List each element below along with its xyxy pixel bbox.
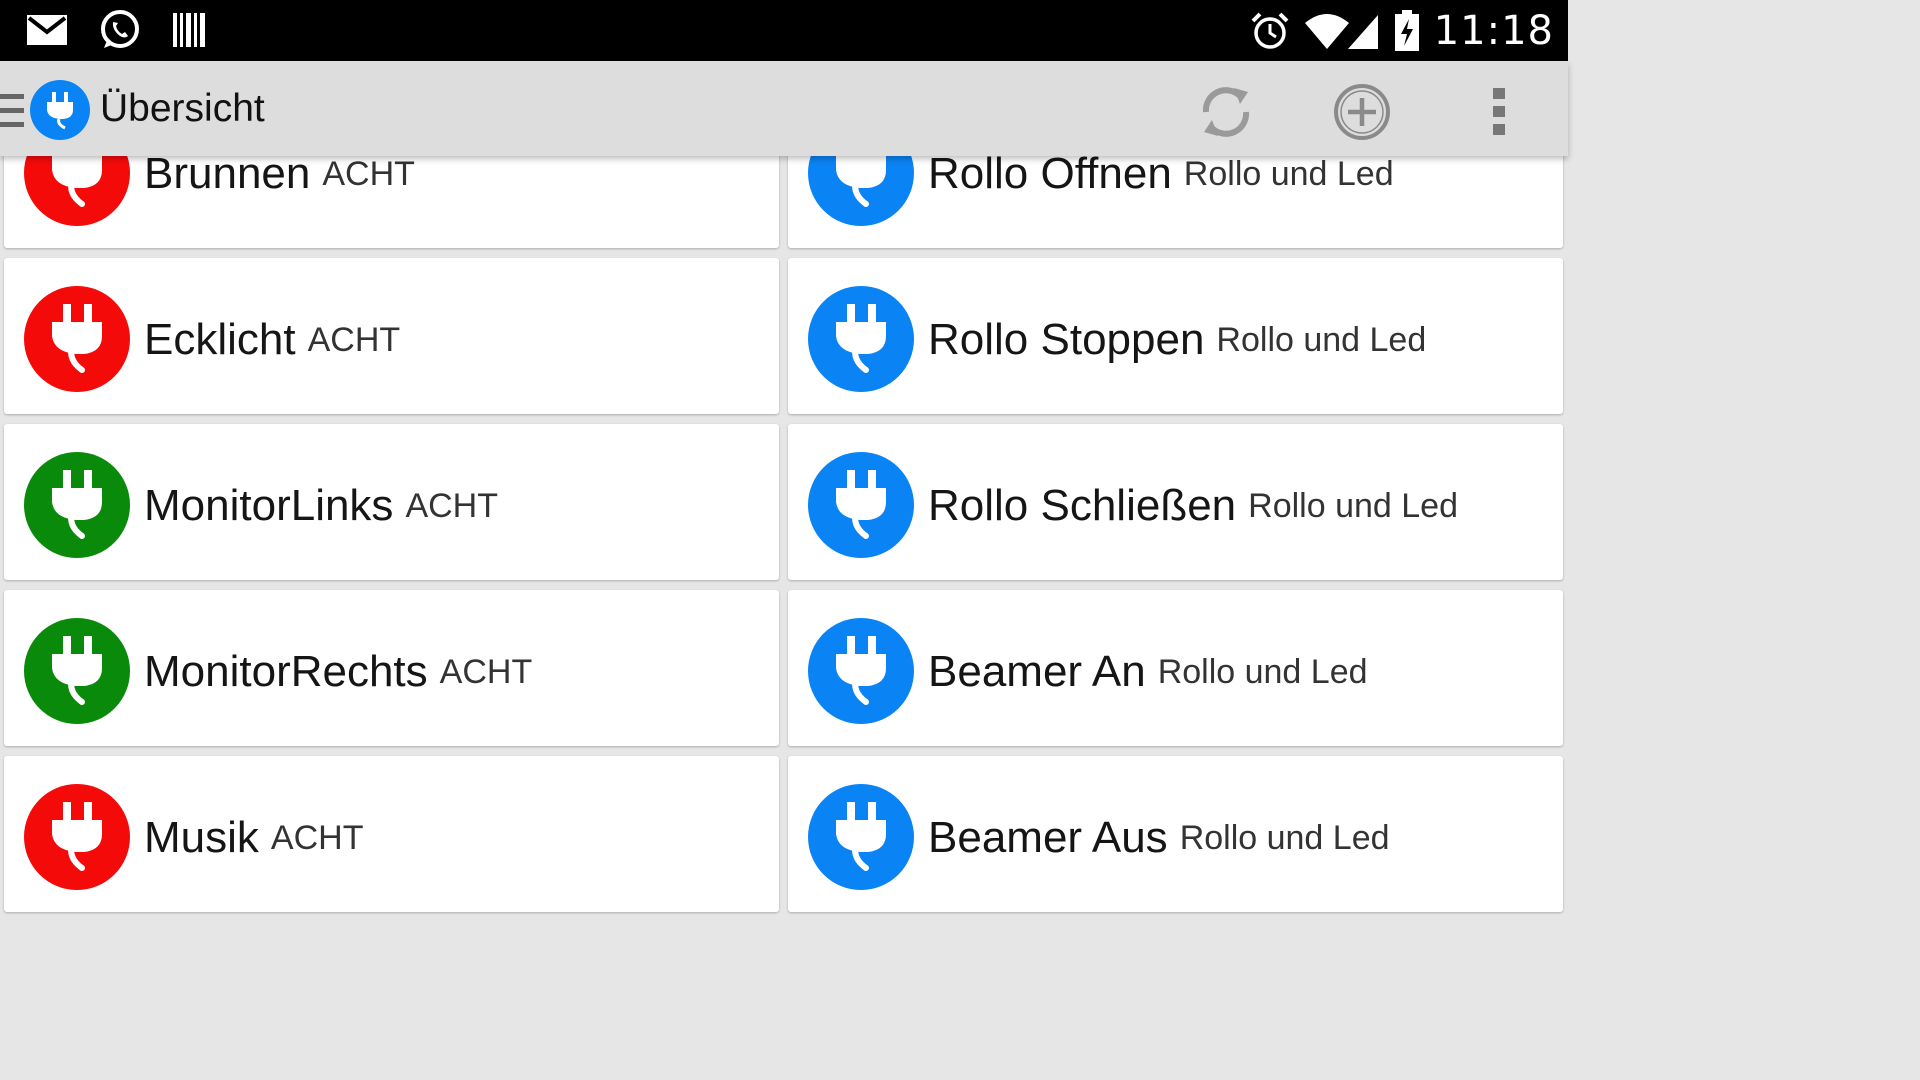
device-name: Rollo Öffnen — [928, 149, 1172, 198]
alarm-icon — [1250, 11, 1290, 51]
gmail-icon — [26, 14, 68, 46]
device-card[interactable]: Beamer Aus Rollo und Led — [788, 756, 1563, 912]
refresh-button[interactable] — [1193, 79, 1259, 145]
add-icon — [1334, 84, 1390, 140]
status-bar: 11:18 — [0, 0, 1568, 61]
power-plug-icon[interactable] — [24, 286, 130, 392]
action-bar: Übersicht — [0, 61, 1568, 156]
app-logo-icon[interactable] — [30, 80, 90, 140]
device-card[interactable]: Musik ACHT — [4, 756, 779, 912]
device-card[interactable]: Beamer An Rollo und Led — [788, 590, 1563, 746]
device-name-line: Rollo Schließen Rollo und Led — [928, 480, 1458, 532]
add-button[interactable] — [1329, 79, 1395, 145]
device-name: Ecklicht — [144, 315, 296, 364]
device-name: Beamer An — [928, 647, 1146, 696]
power-plug-icon[interactable] — [808, 618, 914, 724]
device-group: ACHT — [405, 487, 498, 525]
device-name: MonitorLinks — [144, 481, 394, 530]
device-name: Brunnen — [144, 149, 311, 198]
device-name: Musik — [144, 813, 259, 862]
device-group: Rollo und Led — [1183, 155, 1394, 193]
device-name-line: Ecklicht ACHT — [144, 314, 400, 366]
device-name-line: Beamer An Rollo und Led — [928, 646, 1368, 698]
device-card[interactable]: MonitorLinks ACHT — [4, 424, 779, 580]
signal-icon — [1346, 11, 1380, 51]
device-name-line: MonitorLinks ACHT — [144, 480, 498, 532]
whatsapp-icon — [98, 8, 142, 52]
clock: 11:18 — [1433, 8, 1554, 54]
device-card[interactable]: Ecklicht ACHT — [4, 258, 779, 414]
system-icons: 11:18 — [1250, 6, 1554, 56]
device-group: ACHT — [307, 321, 401, 359]
power-plug-icon[interactable] — [808, 452, 914, 558]
device-name: Rollo Stoppen — [928, 315, 1205, 364]
power-plug-icon[interactable] — [808, 784, 914, 890]
power-plug-icon[interactable] — [808, 286, 914, 392]
battery-charging-icon — [1394, 10, 1420, 52]
power-plug-icon[interactable] — [24, 452, 130, 558]
overflow-menu-icon — [1493, 88, 1505, 135]
device-name-line: MonitorRechts ACHT — [144, 646, 532, 698]
device-card[interactable]: Rollo Schließen Rollo und Led — [788, 424, 1563, 580]
device-name-line: Rollo Stoppen Rollo und Led — [928, 314, 1426, 366]
device-group: ACHT — [322, 155, 415, 193]
barcode-icon — [172, 11, 206, 49]
refresh-icon — [1202, 87, 1250, 137]
device-name: Beamer Aus — [928, 813, 1168, 862]
device-group: Rollo und Led — [1157, 653, 1368, 691]
device-group: Rollo und Led — [1179, 819, 1390, 857]
drawer-menu-icon[interactable] — [0, 92, 24, 135]
device-grid: Brunnen ACHT Rollo Öffnen Rollo und Led Eckl… — [0, 90, 1568, 912]
power-plug-icon[interactable] — [24, 618, 130, 724]
device-group: ACHT — [270, 819, 364, 857]
wifi-icon — [1304, 11, 1350, 51]
device-name-line: Musik ACHT — [144, 812, 363, 864]
page-title: Übersicht — [100, 87, 265, 130]
device-group: ACHT — [439, 653, 533, 691]
device-name: MonitorRechts — [144, 647, 428, 696]
device-card[interactable]: Rollo Stoppen Rollo und Led — [788, 258, 1563, 414]
overflow-menu-button[interactable] — [1466, 79, 1532, 145]
device-card[interactable]: MonitorRechts ACHT — [4, 590, 779, 746]
power-plug-icon[interactable] — [24, 784, 130, 890]
device-name: Rollo Schließen — [928, 481, 1237, 530]
device-group: Rollo und Led — [1216, 321, 1427, 359]
device-name-line: Beamer Aus Rollo und Led — [928, 812, 1390, 864]
device-group: Rollo und Led — [1248, 487, 1458, 525]
notification-icons — [26, 8, 206, 52]
